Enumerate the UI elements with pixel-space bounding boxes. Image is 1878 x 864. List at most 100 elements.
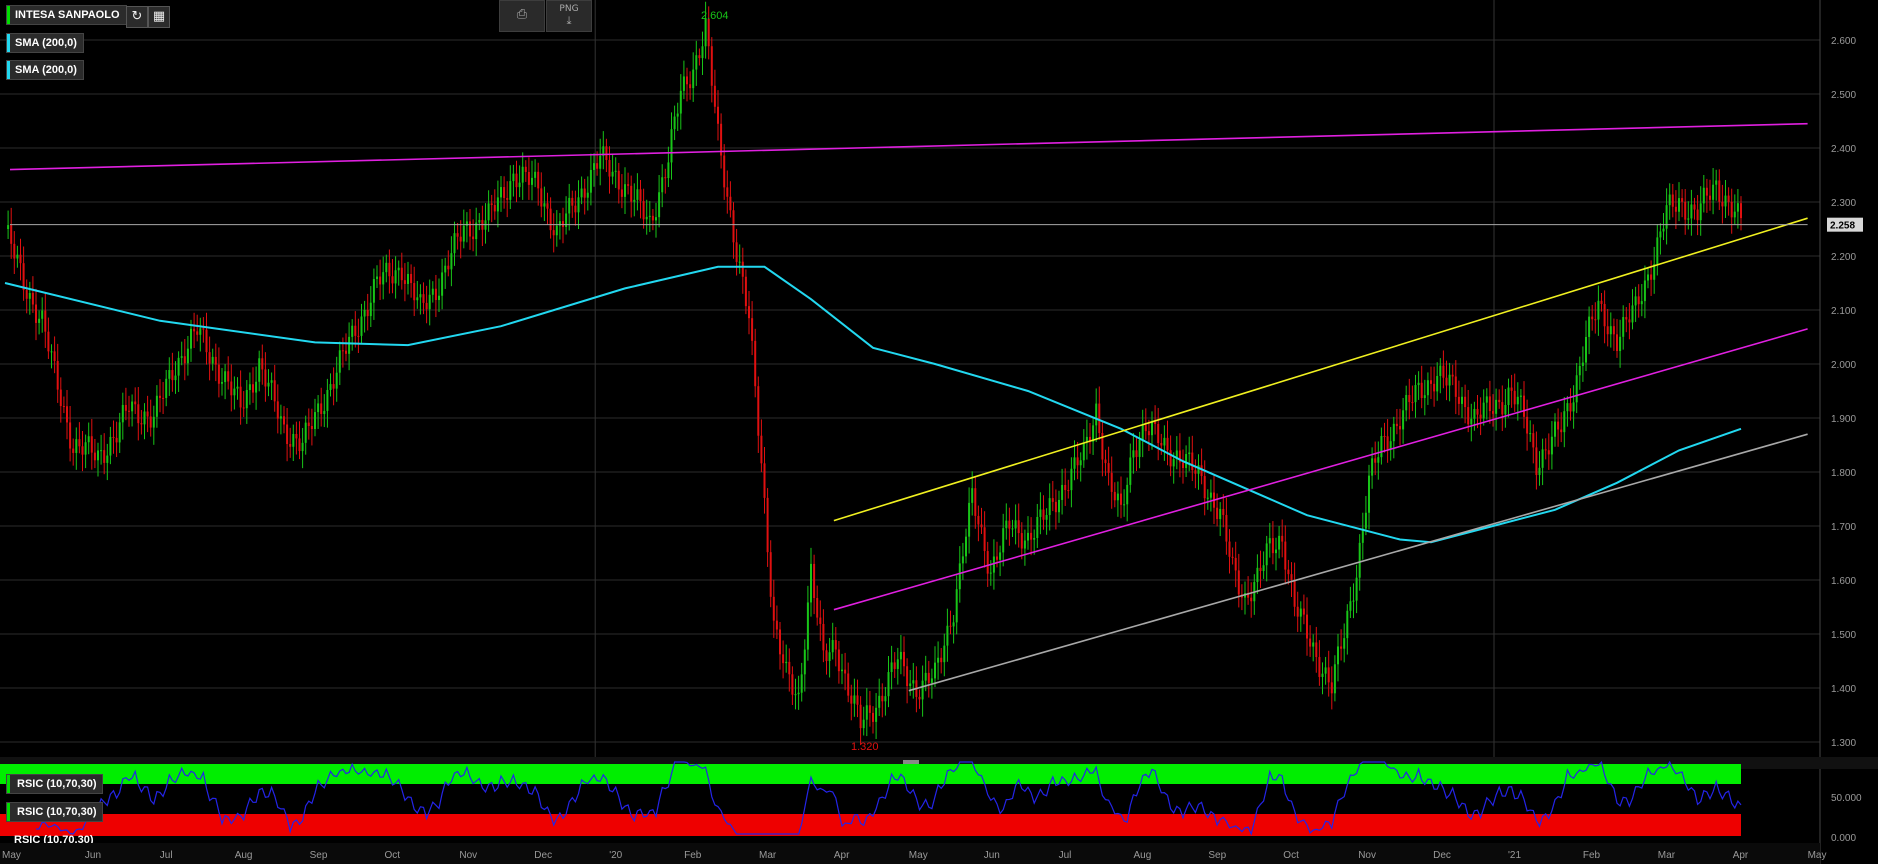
candle-body	[1690, 204, 1693, 219]
candle-body	[862, 719, 865, 729]
candle-body	[1591, 316, 1594, 320]
candle-body	[155, 395, 158, 417]
candle-body	[165, 378, 168, 398]
candle-body	[1330, 682, 1333, 694]
png-export-button[interactable]: PNG ⤓	[546, 0, 592, 32]
candle-body	[224, 371, 227, 383]
candle-body	[1718, 180, 1721, 202]
candle-body	[1138, 439, 1141, 457]
candle-body	[583, 188, 586, 198]
candle-body	[106, 455, 109, 463]
candle-body	[1374, 458, 1377, 463]
candle-body	[1634, 296, 1637, 306]
candle-body	[1182, 462, 1184, 468]
price-chart[interactable]: 1.300 1.400 1.500 1.600 1.700 1.800 1.900 2.000…	[0, 0, 1878, 864]
candle-body	[1256, 567, 1259, 583]
candle-body	[788, 661, 791, 675]
candle-body	[1606, 326, 1609, 335]
candle-body	[1637, 296, 1640, 305]
refresh-button[interactable]: ↻	[126, 6, 148, 28]
x-tick-label: May	[2, 850, 21, 861]
candle-body	[137, 404, 140, 424]
candle-body	[1526, 416, 1529, 434]
rsic-tag-2[interactable]: RSIC (10,70,30)	[6, 802, 104, 822]
candle-body	[1693, 204, 1696, 210]
symbol-tag[interactable]: INTESA SANPAOLO	[6, 5, 127, 25]
indicator-tag-sma-2[interactable]: SMA (200,0)	[6, 60, 84, 80]
candle-body	[1039, 509, 1042, 517]
candle-body	[283, 416, 285, 425]
candle-body	[943, 645, 946, 663]
candle-body	[524, 166, 527, 172]
candle-body	[670, 129, 673, 163]
candle-body	[208, 352, 211, 364]
candle-body	[1532, 433, 1535, 448]
candle-body	[1733, 211, 1736, 218]
candle-body	[252, 384, 254, 393]
candle-body	[1073, 457, 1076, 469]
candle-body	[1231, 556, 1234, 558]
candle-body	[31, 293, 34, 305]
candle-body	[376, 276, 378, 280]
candle-body	[1364, 512, 1367, 529]
candle-body	[875, 707, 878, 722]
candle-body	[1423, 395, 1426, 399]
candle-body	[428, 294, 431, 310]
candle-body	[515, 173, 518, 188]
y-tick-label: 1.900	[1831, 414, 1856, 425]
candle-body	[410, 273, 413, 284]
candle-body	[816, 598, 819, 618]
candle-body	[800, 674, 803, 693]
candle-body	[227, 371, 230, 382]
candle-body	[763, 463, 766, 498]
candle-body	[441, 272, 444, 296]
candle-body	[868, 705, 871, 713]
candle-body	[1306, 614, 1308, 639]
y-tick-label: 2.300	[1831, 198, 1856, 209]
candle-body	[673, 116, 676, 130]
candle-body	[1417, 382, 1420, 386]
rsic-tag-1[interactable]: RSIC (10,70,30)	[6, 774, 104, 794]
candle-body	[1203, 476, 1206, 499]
candle-body	[639, 189, 642, 202]
y-tick-label: 1.300	[1831, 738, 1856, 749]
candle-body	[1588, 316, 1591, 337]
candle-body	[1061, 484, 1064, 500]
candle-body	[887, 672, 890, 697]
candle-body	[159, 395, 161, 398]
candle-body	[90, 436, 93, 453]
candle-body	[608, 160, 611, 177]
candle-body	[351, 325, 354, 337]
candle-body	[407, 273, 409, 284]
candle-body	[1315, 642, 1318, 658]
candle-body	[267, 382, 270, 387]
candle-body	[949, 625, 952, 627]
candle-body	[1476, 408, 1479, 415]
candle-body	[450, 253, 453, 270]
candle-body	[1302, 608, 1305, 615]
candle-body	[1147, 431, 1150, 436]
candle-body	[131, 401, 134, 412]
calendar-button[interactable]: ▦	[148, 6, 170, 28]
indicator-tag-sma-1[interactable]: SMA (200,0)	[6, 33, 84, 53]
candle-body	[403, 280, 406, 284]
candle-body	[596, 163, 599, 169]
candle-body	[698, 55, 701, 59]
candle-body	[1268, 538, 1271, 544]
candle-body	[1578, 365, 1581, 376]
x-tick-label: Jun	[984, 850, 1000, 861]
candle-body	[667, 162, 670, 179]
candle-body	[1358, 542, 1361, 578]
candle-body	[1550, 436, 1553, 455]
candle-body	[577, 197, 580, 213]
candle-body	[1076, 457, 1079, 466]
candle-body	[1674, 206, 1677, 212]
candle-body	[345, 350, 347, 354]
print-button[interactable]: ⎙	[499, 0, 545, 32]
candle-body	[704, 18, 707, 47]
candle-body	[50, 351, 53, 353]
candle-body	[1287, 569, 1290, 575]
candle-body	[1098, 403, 1101, 434]
candle-body	[934, 662, 936, 679]
candle-body	[1172, 459, 1175, 467]
